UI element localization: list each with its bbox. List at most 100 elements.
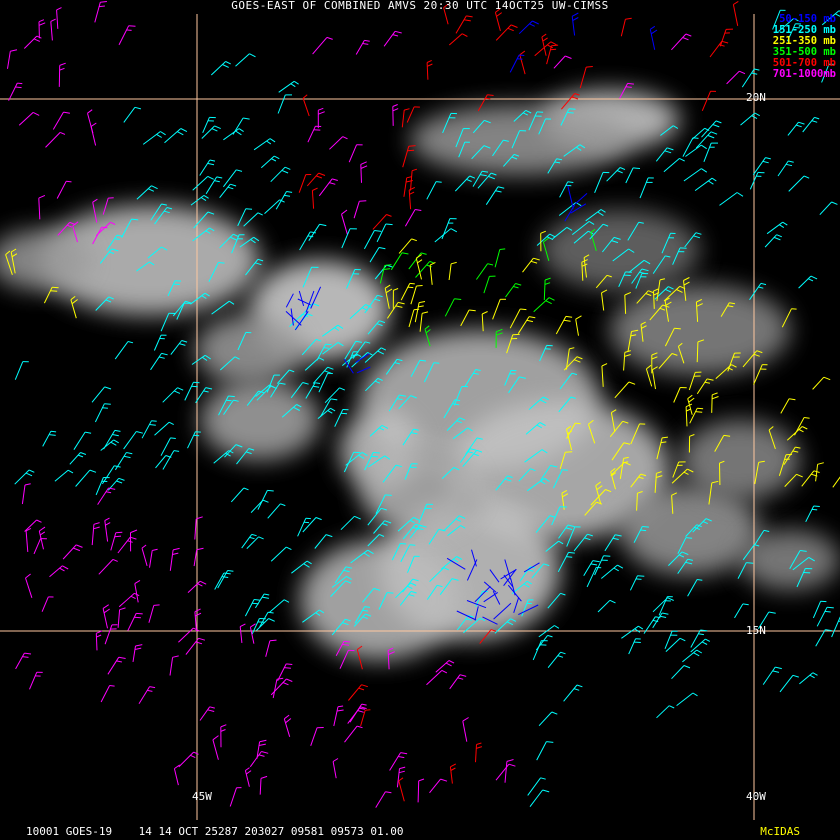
- wind-barb: [317, 107, 325, 129]
- wind-barb: [193, 547, 204, 567]
- wind-barb: [210, 61, 231, 76]
- wind-barb: [333, 705, 344, 727]
- wind-barb: [141, 420, 157, 439]
- wind-barb: [314, 534, 333, 549]
- wind-barb: [734, 603, 749, 619]
- wind-barb: [41, 596, 54, 612]
- wind-barb: [606, 167, 626, 182]
- wind-barb: [100, 439, 119, 451]
- wind-barb: [15, 652, 32, 670]
- wind-barb: [426, 59, 433, 80]
- wind-barb: [390, 252, 409, 271]
- wind-barb: [753, 364, 768, 385]
- wind-barb: [494, 248, 506, 268]
- wind-barb: [831, 616, 840, 638]
- wind-barb: [711, 392, 719, 413]
- wind-barb: [253, 138, 276, 151]
- wind-barb: [107, 656, 126, 675]
- wind-barb: [449, 674, 467, 690]
- wind-barb: [299, 231, 316, 251]
- wind-barb: [277, 94, 292, 114]
- wind-barb: [448, 261, 457, 281]
- wind-barb: [164, 128, 188, 144]
- wind-barb: [118, 25, 136, 46]
- wind-barb: [62, 544, 83, 560]
- wind-barb: [594, 171, 610, 193]
- lat-label-20n: 20N: [746, 91, 766, 104]
- wind-barb: [170, 340, 188, 355]
- wind-barb: [389, 752, 408, 771]
- wind-barb: [571, 12, 579, 36]
- wind-barb: [518, 20, 539, 35]
- wind-barb: [419, 311, 429, 332]
- wind-barb: [265, 639, 277, 657]
- wind-barb: [620, 17, 632, 37]
- wind-barb: [178, 751, 199, 768]
- wind-barb: [579, 66, 593, 89]
- wind-barb: [567, 185, 574, 209]
- wind-barb: [162, 387, 184, 403]
- cloud-blob: [360, 445, 480, 535]
- wind-barb: [398, 238, 417, 254]
- wind-barb: [726, 70, 746, 85]
- legend-item-701-1000: 701-1000mb: [772, 68, 836, 80]
- wind-barb: [586, 566, 602, 588]
- wind-barb: [153, 334, 167, 351]
- wind-barb: [689, 407, 704, 424]
- wind-barb: [324, 387, 345, 404]
- wind-barb: [8, 82, 23, 101]
- wind-barb: [38, 194, 46, 220]
- wind-barb: [97, 487, 116, 505]
- wind-barb: [257, 489, 274, 510]
- wind-barb: [23, 35, 42, 49]
- wind-barb: [52, 111, 70, 130]
- wind-barb: [555, 315, 573, 335]
- wind-barb: [205, 176, 223, 195]
- wind-barb: [136, 185, 158, 200]
- wind-barb: [169, 547, 180, 571]
- wind-barb: [682, 649, 703, 663]
- wind-barb: [475, 263, 494, 280]
- wind-barb: [780, 398, 796, 414]
- wind-barb: [798, 275, 818, 289]
- wind-barb: [536, 741, 554, 761]
- wind-barb: [348, 144, 363, 163]
- wind-barb: [249, 751, 269, 768]
- wind-barb: [766, 221, 788, 235]
- wind-barb: [243, 212, 263, 227]
- wind-barb: [199, 159, 216, 176]
- wind-barb: [123, 106, 142, 123]
- wind-barb: [417, 778, 425, 803]
- wind-barb: [375, 791, 392, 808]
- wind-barb: [494, 8, 502, 32]
- wind-barb: [559, 181, 574, 198]
- wind-barb: [434, 228, 458, 243]
- wind-barb: [353, 200, 367, 219]
- wind-barb: [283, 714, 292, 737]
- wind-barb: [132, 644, 143, 662]
- wind-barb: [138, 686, 156, 705]
- wind-barb: [816, 606, 834, 627]
- wind-barb: [676, 692, 698, 706]
- wind-barb: [441, 218, 457, 240]
- wind-barb: [819, 201, 838, 216]
- wind-barb: [254, 593, 270, 609]
- wind-barb: [270, 546, 292, 562]
- wind-barb: [601, 363, 608, 387]
- wind-barb: [597, 599, 616, 613]
- wind-barb: [329, 136, 348, 150]
- wind-barb: [645, 364, 653, 387]
- image-info-footer: 10001 GOES-19 14 14 OCT 25287 203027 095…: [26, 825, 404, 838]
- wind-barb: [219, 183, 237, 199]
- wind-barb: [376, 223, 393, 243]
- wind-barb: [414, 301, 426, 323]
- wind-barb: [155, 455, 172, 469]
- wind-barb: [130, 529, 138, 552]
- wind-barb: [117, 536, 137, 554]
- wind-barb: [673, 387, 687, 403]
- wind-barb: [18, 111, 40, 126]
- wind-barb: [73, 431, 92, 450]
- wind-barb: [492, 298, 506, 320]
- wind-barb: [621, 625, 644, 639]
- wind-barb: [812, 376, 831, 390]
